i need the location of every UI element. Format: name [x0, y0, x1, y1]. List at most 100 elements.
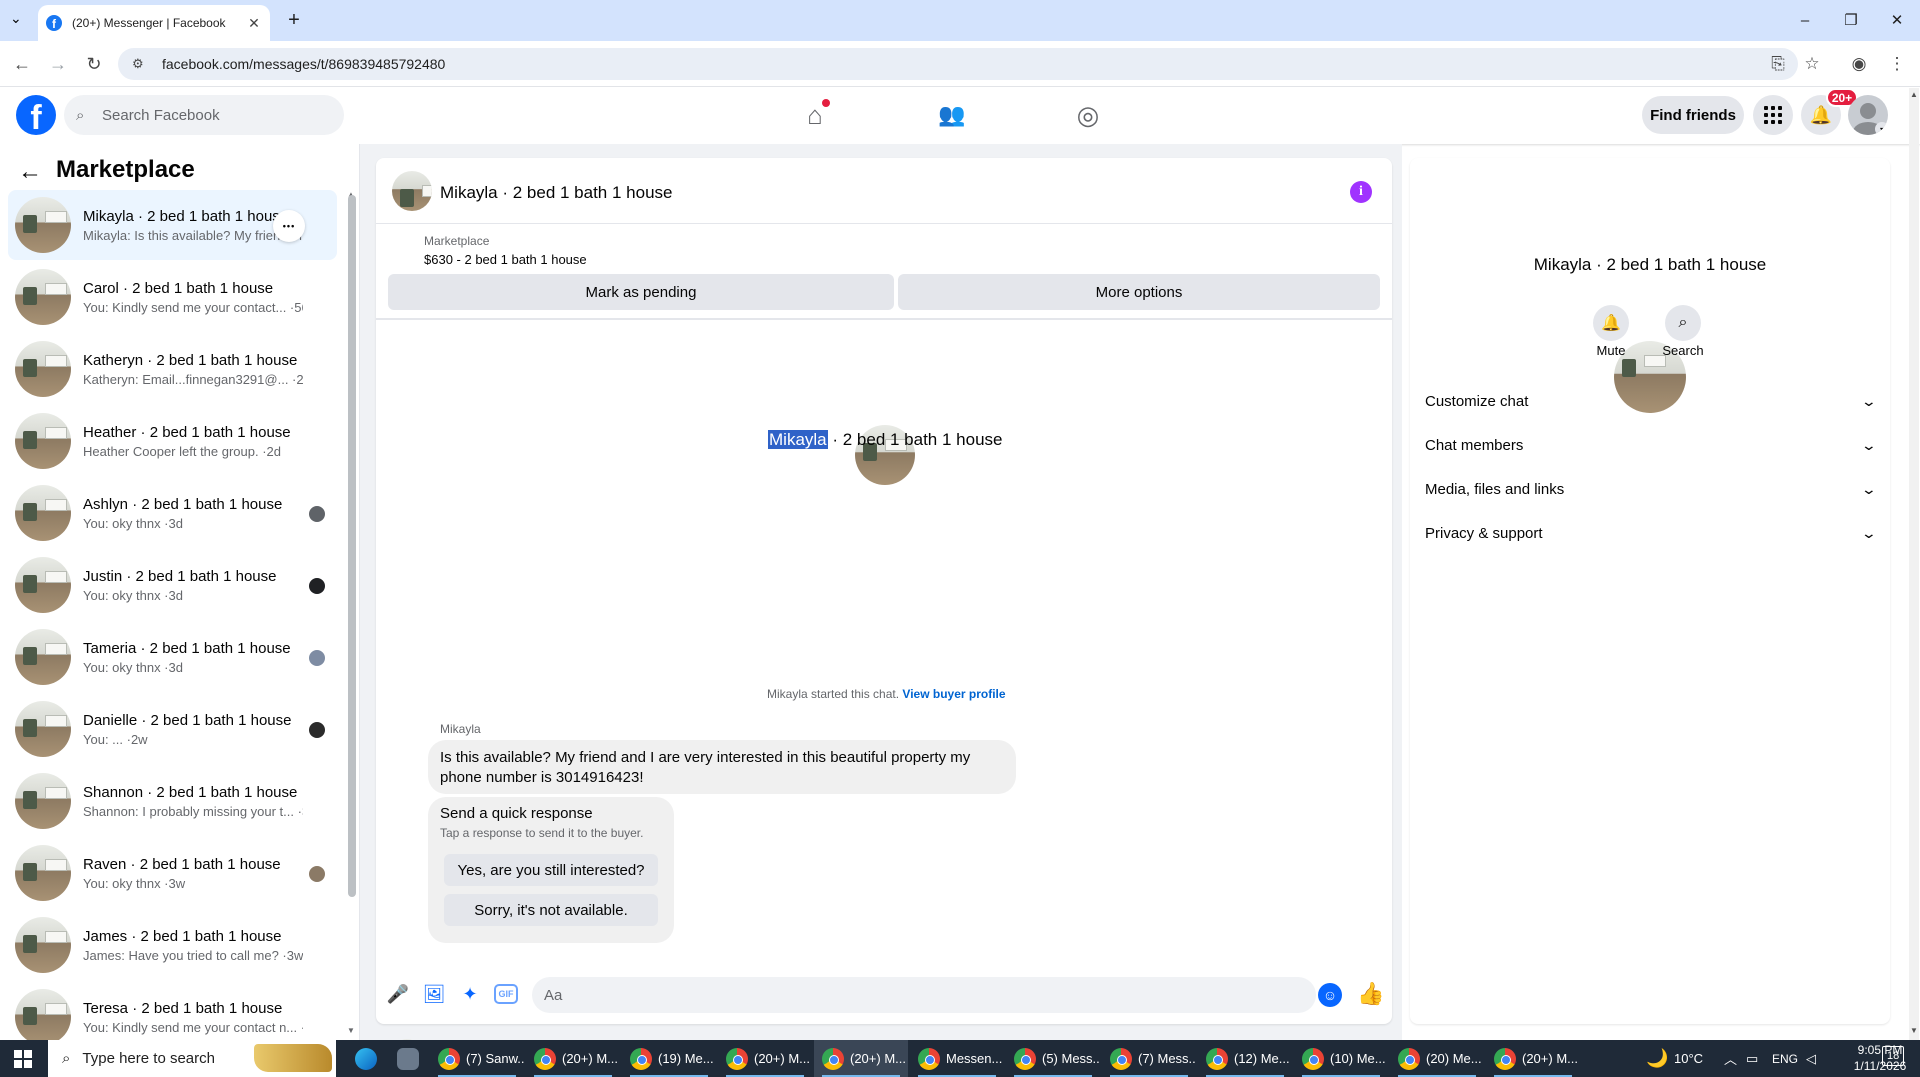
facebook-search[interactable]: ⌕ Search Facebook [64, 95, 344, 135]
taskbar-app-button[interactable]: (7) Sanw... [430, 1040, 524, 1077]
gif-icon[interactable]: GIF [494, 984, 518, 1004]
listing-source: Marketplace [424, 234, 490, 248]
sticker-icon[interactable]: ✦ [458, 982, 482, 1006]
site-info-icon[interactable]: ⚙ [132, 56, 152, 72]
browser-menu-icon[interactable]: ⋮ [1884, 51, 1910, 77]
reload-button[interactable]: ↻ [80, 50, 108, 78]
show-hidden-icons-chevron-icon[interactable]: ︿ [1724, 1040, 1737, 1077]
windows-start-button[interactable] [0, 1040, 46, 1077]
close-tab-icon[interactable]: ✕ [246, 15, 262, 32]
conversation-item[interactable]: Mikayla · 2 bed 1 bath 1 house Mikayla: I… [8, 190, 337, 260]
taskbar-app-button[interactable]: (20+) M... [526, 1040, 620, 1077]
taskbar-app-button[interactable]: (7) Mess... [1102, 1040, 1196, 1077]
message-bubble[interactable]: Is this available? My friend and I are v… [428, 740, 1016, 794]
chat-members-section[interactable]: Chat members ⌄ [1425, 425, 1878, 465]
language-indicator[interactable]: ENG [1772, 1040, 1798, 1077]
quick-response-yes-button[interactable]: Yes, are you still interested? [444, 854, 658, 886]
media-files-links-section[interactable]: Media, files and links ⌄ [1425, 469, 1877, 509]
conversation-name: Teresa · 2 bed 1 bath 1 house [83, 999, 283, 1017]
conversation-item[interactable]: Danielle · 2 bed 1 bath 1 house You: ... … [8, 694, 337, 764]
tab-search-chevron-icon[interactable]: ⌄ [10, 10, 22, 27]
friends-icon[interactable]: 👥 [932, 98, 972, 132]
conversation-scrollbar[interactable] [348, 195, 356, 897]
restore-button[interactable]: ❐ [1836, 8, 1866, 32]
chat-title[interactable]: Mikayla · 2 bed 1 bath 1 house [440, 183, 672, 203]
account-avatar[interactable]: ▾ [1848, 95, 1888, 135]
omnibox[interactable]: ⚙ facebook.com/messages/t/86983948579248… [118, 48, 1798, 80]
search-icon[interactable]: ⌕ [1665, 305, 1701, 341]
emoji-icon[interactable]: ☺ [1318, 983, 1342, 1007]
taskbar-app-label: (7) Sanw... [466, 1051, 524, 1066]
taskbar-app-button[interactable]: (20+) M... [1486, 1040, 1580, 1077]
temperature[interactable]: 10°C [1674, 1040, 1703, 1077]
taskbar-app-button[interactable]: (5) Mess... [1006, 1040, 1100, 1077]
conversation-item[interactable]: Raven · 2 bed 1 bath 1 house You: oky thn… [8, 838, 337, 908]
new-tab-button[interactable]: + [282, 8, 306, 32]
taskbar-app-button[interactable]: (20) Me... [1390, 1040, 1484, 1077]
conversation-item[interactable]: Justin · 2 bed 1 bath 1 house You: oky th… [8, 550, 337, 620]
conversation-item[interactable]: James · 2 bed 1 bath 1 house James: Have … [8, 910, 337, 980]
mark-as-pending-button[interactable]: Mark as pending [388, 274, 894, 310]
message-input[interactable] [532, 977, 1316, 1013]
privacy-support-section[interactable]: Privacy & support ⌄ [1425, 513, 1878, 553]
app-icon[interactable] [388, 1040, 428, 1077]
customize-chat-section[interactable]: Customize chat ⌄ [1425, 381, 1877, 421]
menu-grid-icon[interactable] [1753, 95, 1793, 135]
info-icon[interactable]: i [1350, 181, 1372, 203]
conversation-thumbnail [15, 917, 71, 973]
forward-button[interactable]: → [44, 50, 72, 78]
system-clock[interactable]: 9:05 PM 1/11/2026 [1840, 1042, 1920, 1074]
scroll-down-arrow-icon[interactable]: ▼ [347, 1026, 355, 1035]
taskbar-app-button[interactable]: (12) Me... [1198, 1040, 1292, 1077]
listing-price[interactable]: $630 - 2 bed 1 bath 1 house [424, 252, 587, 267]
conversation-item[interactable]: Carol · 2 bed 1 bath 1 house You: Kindly … [8, 262, 337, 332]
back-button[interactable]: ← [8, 50, 36, 78]
conversation-name: Raven · 2 bed 1 bath 1 house [83, 855, 281, 873]
facebook-logo[interactable]: f [16, 95, 56, 135]
conversation-item[interactable]: Katheryn · 2 bed 1 bath 1 house Katheryn:… [8, 334, 337, 404]
browser-tab[interactable]: f (20+) Messenger | Facebook ✕ [38, 5, 270, 41]
thumbs-up-icon[interactable]: 👍 [1357, 980, 1385, 1008]
conversation-item[interactable]: Ashlyn · 2 bed 1 bath 1 house You: oky th… [8, 478, 337, 548]
taskbar-app-button[interactable]: (19) Me... [622, 1040, 716, 1077]
mute-bell-icon[interactable]: 🔔 [1593, 305, 1629, 341]
conversation-preview: You: oky thnx ·3w [83, 875, 186, 891]
taskbar-app-button[interactable]: (10) Me... [1294, 1040, 1388, 1077]
conversation-item[interactable]: Tameria · 2 bed 1 bath 1 house You: oky t… [8, 622, 337, 692]
chat-avatar[interactable] [392, 171, 432, 211]
minimize-button[interactable]: – [1790, 8, 1820, 32]
info-panel-name: Mikayla · 2 bed 1 bath 1 house [1533, 255, 1767, 274]
edge-icon[interactable] [346, 1040, 386, 1077]
more-options-icon[interactable]: ••• [273, 210, 305, 242]
close-window-button[interactable]: ✕ [1882, 8, 1912, 32]
notification-center-count[interactable]: 18 [1882, 1046, 1905, 1066]
back-arrow-icon[interactable]: ← [18, 158, 48, 186]
bookmark-star-icon[interactable]: ☆ [1799, 51, 1825, 77]
chevron-down-icon: ⌄ [1860, 436, 1878, 453]
search-highlight-image [254, 1044, 332, 1072]
view-buyer-profile-link[interactable]: View buyer profile [902, 687, 1005, 701]
taskbar-app-button[interactable]: Messen... [910, 1040, 1004, 1077]
taskbar-search[interactable]: ⌕ Type here to search [48, 1040, 336, 1077]
scroll-up-arrow-icon[interactable]: ▲ [1910, 90, 1918, 99]
conversation-item[interactable]: Heather · 2 bed 1 bath 1 house Heather Co… [8, 406, 337, 476]
find-friends-button[interactable]: Find friends [1642, 96, 1744, 134]
taskbar-app-button[interactable]: (20+) M... [814, 1040, 908, 1077]
profile-icon[interactable]: ◉ [1846, 51, 1872, 77]
install-app-icon[interactable]: ⎘ [1765, 51, 1791, 77]
page-scrollbar[interactable]: ▲ ▼ [1909, 88, 1919, 1040]
chevron-down-icon: ⌄ [1860, 524, 1878, 541]
conversation-item[interactable]: Shannon · 2 bed 1 bath 1 house Shannon: I… [8, 766, 337, 836]
quick-response-card: Send a quick response Tap a response to … [428, 797, 674, 943]
groups-icon[interactable]: ◎ [1068, 98, 1108, 132]
photo-icon[interactable]: 🖼 [422, 982, 446, 1006]
weather-moon-icon[interactable]: 🌙 [1646, 1040, 1668, 1077]
volume-icon[interactable]: ◁ [1806, 1040, 1816, 1077]
quick-response-sorry-button[interactable]: Sorry, it's not available. [444, 894, 658, 926]
more-options-button[interactable]: More options [898, 274, 1380, 310]
network-icon[interactable]: ▭ [1746, 1040, 1758, 1077]
microphone-icon[interactable]: 🎤 [386, 982, 410, 1006]
search-label: Search [1662, 343, 1704, 358]
scroll-down-arrow-icon[interactable]: ▼ [1910, 1026, 1918, 1035]
taskbar-app-button[interactable]: (20+) M... [718, 1040, 812, 1077]
